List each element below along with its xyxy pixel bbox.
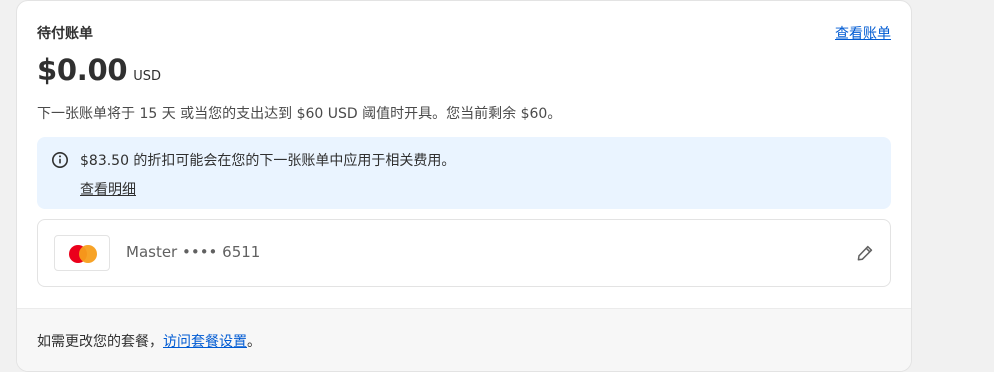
card-header: 待付账单 查看账单 — [37, 23, 891, 45]
mastercard-orange-circle — [79, 245, 97, 263]
plan-settings-link[interactable]: 访问套餐设置 — [163, 334, 247, 350]
card-footer: 如需更改您的套餐，访问套餐设置。 — [17, 308, 911, 371]
discount-info-text: $83.50 的折扣可能会在您的下一张账单中应用于相关费用。 — [80, 153, 456, 169]
footer-text-before: 如需更改您的套餐， — [37, 334, 163, 350]
view-bill-link[interactable]: 查看账单 — [835, 23, 891, 43]
view-details-link[interactable]: 查看明细 — [80, 179, 136, 199]
bill-description: 下一张账单将于 15 天 或当您的支出达到 $60 USD 阈值时开具。您当前剩… — [37, 106, 562, 122]
bill-amount: $0.00 — [37, 53, 128, 87]
mastercard-logo — [54, 235, 110, 271]
discount-info-banner: $83.50 的折扣可能会在您的下一张账单中应用于相关费用。 查看明细 — [37, 137, 891, 209]
pending-bill-card: 待付账单 查看账单 $0.00 USD 下一张账单将于 15 天 或当您的支出达… — [16, 0, 912, 372]
card-title: 待付账单 — [37, 26, 93, 42]
payment-method-box: Master •••• 6511 — [37, 219, 891, 287]
amount-row: $0.00 USD — [37, 53, 161, 93]
footer-text: 如需更改您的套餐，访问套餐设置。 — [37, 331, 261, 351]
footer-text-after: 。 — [247, 334, 261, 350]
info-icon — [52, 152, 68, 168]
pencil-icon[interactable] — [856, 244, 874, 262]
bill-amount-unit: USD — [133, 69, 162, 84]
card-label: Master •••• 6511 — [126, 243, 261, 261]
